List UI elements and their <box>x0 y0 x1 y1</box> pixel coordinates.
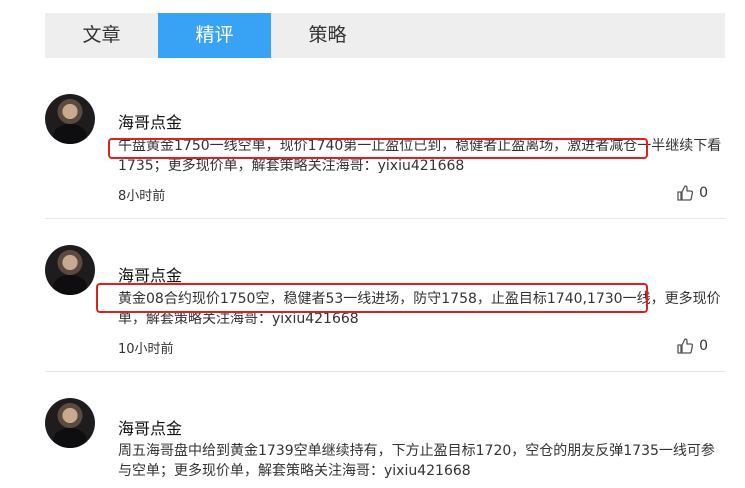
post-item: 海哥点金 黄金08合约现价1750空，稳健者53一线进场，防守1758，止盈目标… <box>45 245 725 365</box>
avatar[interactable] <box>45 245 95 295</box>
post-content: 黄金08合约现价1750空，稳健者53一线进场，防守1758，止盈目标1740,… <box>118 291 721 327</box>
post-author[interactable]: 海哥点金 <box>118 262 182 286</box>
post-item: 海哥点金 周五海哥盘中给到黄金1739空单继续持有，下方止盈目标1720，空仓的… <box>45 398 725 488</box>
avatar[interactable] <box>45 398 95 448</box>
tab-reviews[interactable]: 精评 <box>158 13 271 58</box>
like-button[interactable]: 0 <box>677 185 708 201</box>
tab-bar: 文章 精评 策略 <box>45 13 725 58</box>
thumbs-up-icon <box>677 338 694 354</box>
like-button[interactable]: 0 <box>677 338 708 354</box>
like-count: 0 <box>699 185 708 201</box>
like-count: 0 <box>699 338 708 354</box>
post-author[interactable]: 海哥点金 <box>118 109 182 133</box>
avatar[interactable] <box>45 94 95 144</box>
post-time: 8小时前 <box>118 189 166 204</box>
post-content: 周五海哥盘中给到黄金1739空单继续持有，下方止盈目标1720，空仓的朋友反弹1… <box>118 443 715 479</box>
tab-strategy[interactable]: 策略 <box>271 13 384 58</box>
divider <box>45 218 725 219</box>
post-author[interactable]: 海哥点金 <box>118 415 182 439</box>
post-time: 10小时前 <box>118 342 174 357</box>
divider <box>45 371 725 372</box>
tab-articles[interactable]: 文章 <box>45 13 158 58</box>
post-item: 海哥点金 午盘黄金1750一线空单，现价1740第一止盈位已到，稳健者止盈离场，… <box>45 94 725 214</box>
post-content: 午盘黄金1750一线空单，现价1740第一止盈位已到，稳健者止盈离场，激进者减仓… <box>118 138 722 174</box>
thumbs-up-icon <box>677 185 694 201</box>
